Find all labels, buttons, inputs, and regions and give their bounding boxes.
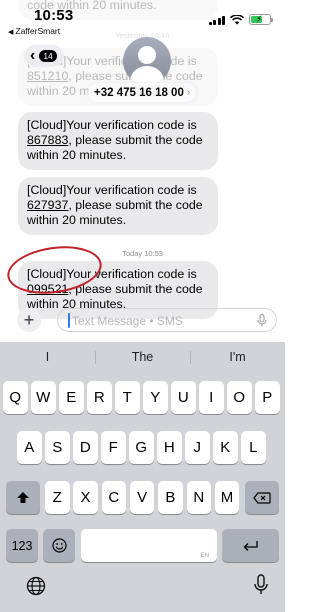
plus-button[interactable]: + [17,308,41,332]
key-d[interactable]: D [73,431,98,464]
message-input[interactable]: Text Message • SMS [57,308,277,332]
suggestion-divider [95,351,96,364]
key-h[interactable]: H [157,431,182,464]
emoji-icon [51,538,67,553]
verification-code[interactable]: 851210 [27,69,68,83]
wifi-icon [230,14,244,24]
key-z[interactable]: Z [45,481,70,514]
keyboard: I The I'm QWERTYUIOPASDFGHJKLZXCVBNM 123… [0,342,285,612]
key-r[interactable]: R [87,381,112,414]
predictive-bar: I The I'm [0,342,285,372]
contact-name-button[interactable]: +32 475 16 18 00 › [88,83,197,102]
plus-icon: + [23,310,35,330]
key-a[interactable]: A [17,431,42,464]
key-w[interactable]: W [31,381,56,414]
globe-icon[interactable] [26,576,46,596]
key-s[interactable]: S [45,431,70,464]
delete-key[interactable] [245,481,279,514]
signal-icon [208,15,225,25]
key-b[interactable]: B [158,481,183,514]
status-icons: ⚡ [208,14,273,25]
suggestion-item[interactable]: I [0,350,95,364]
numbers-key[interactable]: 123 [6,529,38,562]
return-icon [243,540,258,551]
verification-code[interactable]: 867883 [27,133,68,147]
suggestion-item[interactable]: The [95,350,190,364]
key-n[interactable]: N [186,481,211,514]
battery-icon: ⚡ [249,14,273,25]
return-key[interactable] [222,529,279,562]
key-l[interactable]: L [241,431,266,464]
key-g[interactable]: G [129,431,154,464]
unread-count-badge: 14 [39,50,57,62]
key-t[interactable]: T [115,381,140,414]
message-bubble[interactable]: [Cloud]Your verification code is 627937,… [18,177,218,235]
message-bubble[interactable]: [Cloud]Your verification code is 867883,… [18,112,218,170]
key-m[interactable]: M [214,481,240,514]
contact-avatar[interactable] [123,37,171,85]
key-u[interactable]: U [171,381,196,414]
suggestion-divider [190,351,191,364]
status-time: 10:53 [34,7,74,24]
key-j[interactable]: J [185,431,210,464]
key-i[interactable]: I [199,381,224,414]
space-key[interactable]: EN [81,529,217,562]
message-placeholder: Text Message • SMS [72,314,183,328]
compose-bar: + Text Message • SMS [0,303,285,335]
key-k[interactable]: K [213,431,238,464]
dictation-icon[interactable] [253,574,269,596]
key-v[interactable]: V [129,481,155,514]
microphone-icon[interactable] [257,314,267,327]
space-language-hint: EN [200,553,209,559]
back-button[interactable]: ‹ 14 [24,45,64,67]
back-to-app-link[interactable]: ◀ ZafferSmart [8,26,60,36]
key-q[interactable]: Q [3,381,28,414]
status-bar: 10:53 ◀ ZafferSmart ⚡ [0,0,285,40]
shift-icon [17,492,29,503]
suggestion-item[interactable]: I'm [190,350,285,364]
verification-code[interactable]: 627937 [27,198,68,212]
chevron-right-icon: › [186,87,191,98]
emoji-key[interactable] [43,529,75,562]
text-caret [68,313,70,328]
contact-number: +32 475 16 18 00 [94,86,184,99]
key-x[interactable]: X [73,481,98,514]
shift-key[interactable] [6,481,40,514]
key-f[interactable]: F [101,431,126,464]
back-triangle-icon: ◀ [8,29,14,36]
key-c[interactable]: C [101,481,127,514]
key-o[interactable]: O [227,381,252,414]
backspace-icon [253,491,271,504]
key-p[interactable]: P [255,381,280,414]
chevron-left-icon: ‹ [30,47,36,64]
key-e[interactable]: E [59,381,84,414]
key-y[interactable]: Y [143,381,168,414]
